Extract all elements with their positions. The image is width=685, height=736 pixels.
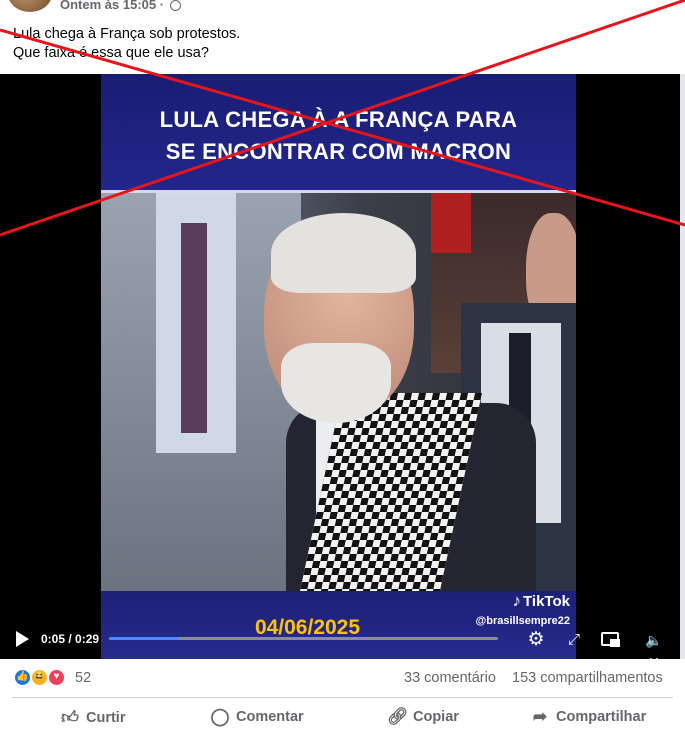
avatar[interactable] bbox=[8, 0, 52, 12]
reaction-count[interactable]: 52 bbox=[75, 670, 91, 686]
scrollbar[interactable] bbox=[680, 74, 685, 659]
globe-icon bbox=[169, 0, 181, 11]
share-button[interactable]: ➦ Compartilhar bbox=[530, 707, 646, 731]
haha-reaction-icon[interactable]: 😆 bbox=[31, 669, 48, 686]
tiktok-icon: ♪ bbox=[512, 591, 522, 610]
video-scene bbox=[101, 193, 576, 591]
comment-icon: ◯ bbox=[210, 707, 230, 726]
bystander-tie bbox=[181, 223, 207, 433]
main-person-beard bbox=[281, 343, 391, 423]
headline-line: SE ENCONTRAR COM MACRON bbox=[165, 139, 512, 164]
love-reaction-icon[interactable]: ♥ bbox=[48, 669, 65, 686]
post-stats: 👍 😆 ♥ 52 33 comentário 153 compartilhame… bbox=[0, 668, 685, 692]
play-icon[interactable] bbox=[16, 631, 29, 647]
post-timestamp[interactable]: Ontem às 15:05 · bbox=[60, 0, 181, 12]
headline-banner: LULA CHEGA À A FRANÇA PARA SE ENCONTRAR … bbox=[101, 74, 576, 190]
shares-count[interactable]: 153 compartilhamentos bbox=[512, 670, 663, 686]
progress-bar[interactable] bbox=[109, 637, 498, 640]
like-button[interactable]: 👍︎ Curtir bbox=[60, 707, 125, 731]
tiktok-brand: TikTok bbox=[523, 593, 570, 610]
video-time: 0:05 / 0:29 bbox=[41, 632, 100, 646]
like-label: Curtir bbox=[86, 710, 126, 726]
post-actions: 👍︎ Curtir ◯ Comentar 🔗︎ Copiar ➦ Compartilha… bbox=[0, 700, 685, 736]
video-player[interactable]: LULA CHEGA À A FRANÇA PARA SE ENCONTRAR … bbox=[0, 74, 680, 659]
link-icon: 🔗︎ bbox=[387, 707, 409, 726]
copy-label: Copiar bbox=[413, 709, 459, 725]
main-person-hair bbox=[271, 213, 416, 293]
picture-in-picture-icon[interactable] bbox=[600, 629, 622, 651]
mute-icon[interactable]: 🔈✕ bbox=[643, 629, 665, 659]
timestamp-text: Ontem às 15:05 · bbox=[60, 0, 165, 12]
comment-button[interactable]: ◯ Comentar bbox=[210, 707, 304, 731]
headline-line: LULA CHEGA À A FRANÇA PARA bbox=[159, 107, 518, 132]
video-frame: LULA CHEGA À A FRANÇA PARA SE ENCONTRAR … bbox=[101, 74, 576, 659]
tiktok-watermark: ♪ TikTok bbox=[513, 591, 570, 611]
copy-button[interactable]: 🔗︎ Copiar bbox=[387, 707, 459, 731]
share-icon: ➦ bbox=[532, 707, 548, 726]
thumbs-up-icon: 👍︎ bbox=[61, 708, 79, 727]
post-caption: Lula chega à França sob protestos. Que f… bbox=[13, 25, 240, 63]
comment-label: Comentar bbox=[236, 709, 304, 725]
facebook-post: Ontem às 15:05 · Lula chega à França sob… bbox=[0, 0, 685, 736]
share-label: Compartilhar bbox=[556, 709, 647, 725]
gear-icon[interactable]: ⚙ bbox=[525, 629, 547, 651]
video-controls: 0:05 / 0:29 ⚙ ⤢ 🔈✕ bbox=[0, 622, 680, 659]
crowd-flag bbox=[431, 193, 471, 253]
caption-line: Que faixa é essa que ele usa? bbox=[13, 45, 209, 61]
fullscreen-icon[interactable]: ⤢ bbox=[563, 629, 585, 651]
comments-count[interactable]: 33 comentário bbox=[404, 670, 496, 686]
progress-fill bbox=[109, 637, 180, 640]
caption-line: Lula chega à França sob protestos. bbox=[13, 26, 241, 42]
divider bbox=[12, 697, 673, 698]
post-header: Ontem às 15:05 · bbox=[0, 0, 685, 14]
like-reaction-icon[interactable]: 👍 bbox=[14, 669, 31, 686]
